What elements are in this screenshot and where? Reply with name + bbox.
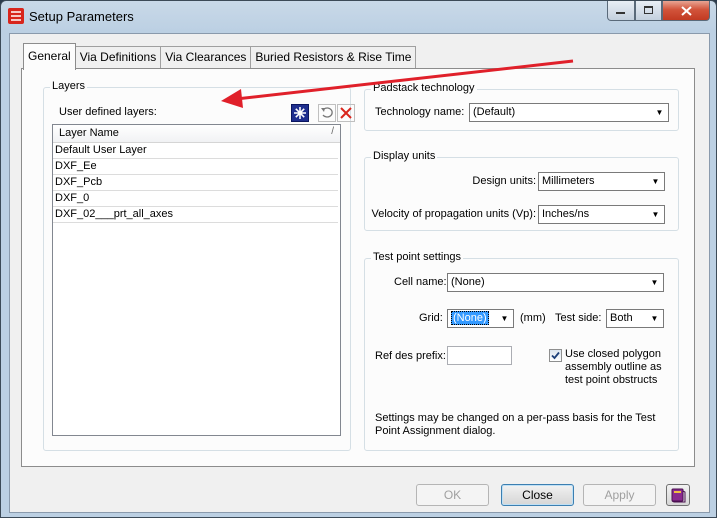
setup-parameters-window: Setup Parameters General Via Definitions…	[0, 0, 717, 518]
annotation-arrow	[221, 59, 574, 108]
tab-general[interactable]: General	[23, 43, 76, 70]
